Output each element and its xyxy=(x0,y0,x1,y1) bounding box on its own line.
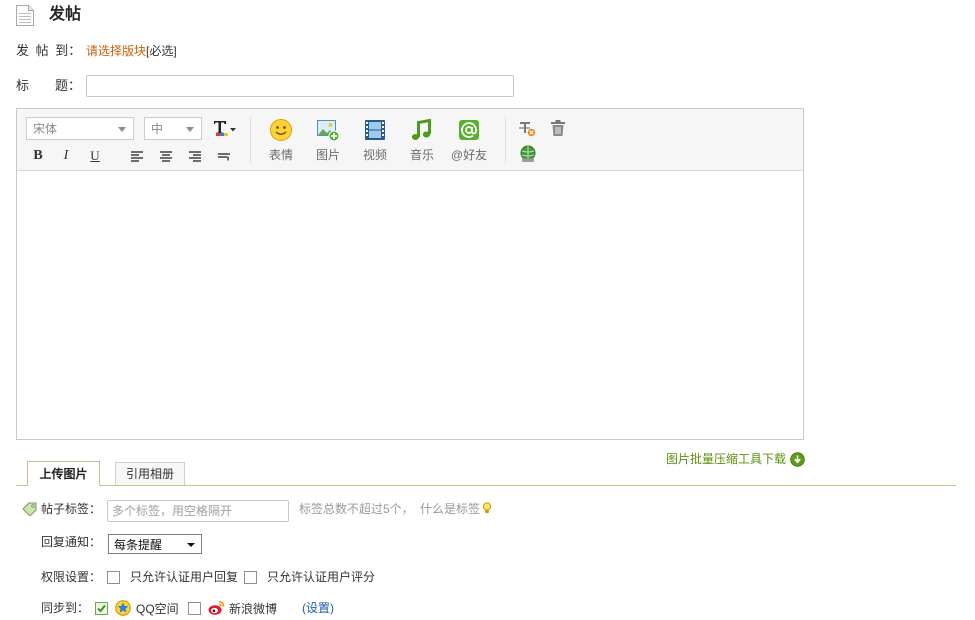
tab-bar-underline xyxy=(16,485,956,486)
text-color-button[interactable] xyxy=(213,120,237,138)
tag-icon xyxy=(22,502,38,517)
only-verified-rate-checkbox[interactable] xyxy=(244,571,257,584)
font-family-value: 宋体 xyxy=(33,122,58,136)
align-right-button[interactable] xyxy=(185,146,205,166)
align-center-icon xyxy=(160,151,172,162)
required-mark: [必选] xyxy=(146,44,177,58)
weibo-icon xyxy=(208,600,225,616)
tags-input[interactable] xyxy=(107,500,289,522)
reply-notify-select[interactable]: 每条提醒 xyxy=(108,534,202,554)
align-left-icon xyxy=(131,151,143,162)
align-center-button[interactable] xyxy=(156,146,176,166)
tags-hint: 标签总数不超过5个， xyxy=(299,502,414,516)
only-verified-reply-checkbox[interactable] xyxy=(107,571,120,584)
globe-icon xyxy=(520,145,536,162)
sync-weibo-label: 新浪微博 xyxy=(229,602,278,616)
editor-toolbar: 宋体 中 B I U 表情 图片 视频 音乐 @好友 xyxy=(17,109,803,171)
lightbulb-icon xyxy=(482,502,492,515)
bold-button[interactable]: B xyxy=(28,146,48,166)
line-spacing-button[interactable] xyxy=(214,146,234,166)
music-icon xyxy=(411,118,431,140)
reply-notify-label: 回复通知： xyxy=(41,535,102,549)
tags-label: 帖子标签： xyxy=(41,502,102,516)
post-to-label: 发 帖 到： xyxy=(16,43,82,58)
video-button-label: 视频 xyxy=(362,148,387,162)
rich-text-editor: 宋体 中 B I U 表情 图片 视频 音乐 @好友 xyxy=(16,108,804,440)
line-spacing-icon xyxy=(218,153,230,161)
font-family-select[interactable]: 宋体 xyxy=(26,117,134,140)
video-button[interactable]: 视频 xyxy=(355,116,395,171)
chevron-down-icon xyxy=(187,543,195,547)
smiley-icon xyxy=(270,119,292,141)
trash-icon xyxy=(551,120,565,136)
what-is-tag-link[interactable]: 什么是标签 xyxy=(420,502,480,516)
sync-weibo-checkbox[interactable] xyxy=(188,602,201,615)
sync-label: 同步到： xyxy=(41,601,90,615)
music-button-label: 音乐 xyxy=(409,148,434,162)
clear-format-icon xyxy=(519,122,536,137)
choose-board-link[interactable]: 请选择版块 xyxy=(86,44,146,58)
mention-friend-button-label: @好友 xyxy=(450,148,488,162)
delete-button[interactable] xyxy=(549,119,567,137)
mention-friend-button[interactable]: @好友 xyxy=(449,116,489,171)
at-friend-icon xyxy=(459,120,479,140)
sync-qzone-checkbox[interactable] xyxy=(95,602,108,615)
image-button[interactable]: 图片 xyxy=(308,116,348,171)
emoji-button[interactable]: 表情 xyxy=(261,116,301,171)
title-label: 标 题： xyxy=(16,78,82,93)
tab-album-reference[interactable]: 引用相册 xyxy=(115,462,185,485)
document-icon xyxy=(15,5,35,26)
permissions-label: 权限设置： xyxy=(41,570,102,584)
compress-tool-link[interactable]: 图片批量压缩工具下载 xyxy=(666,452,786,466)
image-button-label: 图片 xyxy=(315,148,340,162)
only-verified-reply-label: 只允许认证用户回复 xyxy=(130,570,239,584)
video-icon xyxy=(365,120,385,140)
only-verified-rate-label: 只允许认证用户评分 xyxy=(267,570,376,584)
title-input[interactable] xyxy=(86,75,514,97)
chevron-down-icon xyxy=(186,127,194,132)
reply-notify-value: 每条提醒 xyxy=(114,538,163,552)
sync-qzone-label: QQ空间 xyxy=(136,602,179,616)
align-left-button[interactable] xyxy=(127,146,147,166)
chevron-down-icon xyxy=(118,127,126,132)
toolbar-separator xyxy=(505,117,506,163)
editor-content-area[interactable] xyxy=(17,171,803,439)
align-right-icon xyxy=(189,151,201,162)
qzone-icon xyxy=(115,600,131,616)
page-title: 发帖 xyxy=(49,6,82,23)
clear-format-button[interactable] xyxy=(518,119,536,137)
board-selector: 请选择版块[必选] xyxy=(86,44,177,58)
download-icon[interactable] xyxy=(790,452,805,467)
font-size-select[interactable]: 中 xyxy=(144,117,202,140)
sync-settings-link[interactable]: (设置) xyxy=(302,601,334,615)
image-icon xyxy=(317,120,340,142)
text-color-icon xyxy=(214,121,236,136)
music-button[interactable]: 音乐 xyxy=(402,116,442,171)
font-size-value: 中 xyxy=(151,122,164,136)
underline-button[interactable]: U xyxy=(85,146,105,166)
insert-link-button[interactable] xyxy=(519,145,537,163)
tab-upload-image[interactable]: 上传图片 xyxy=(27,461,100,486)
check-icon xyxy=(97,604,106,613)
toolbar-separator xyxy=(250,117,251,163)
italic-button[interactable]: I xyxy=(56,146,76,166)
emoji-button-label: 表情 xyxy=(268,148,293,162)
